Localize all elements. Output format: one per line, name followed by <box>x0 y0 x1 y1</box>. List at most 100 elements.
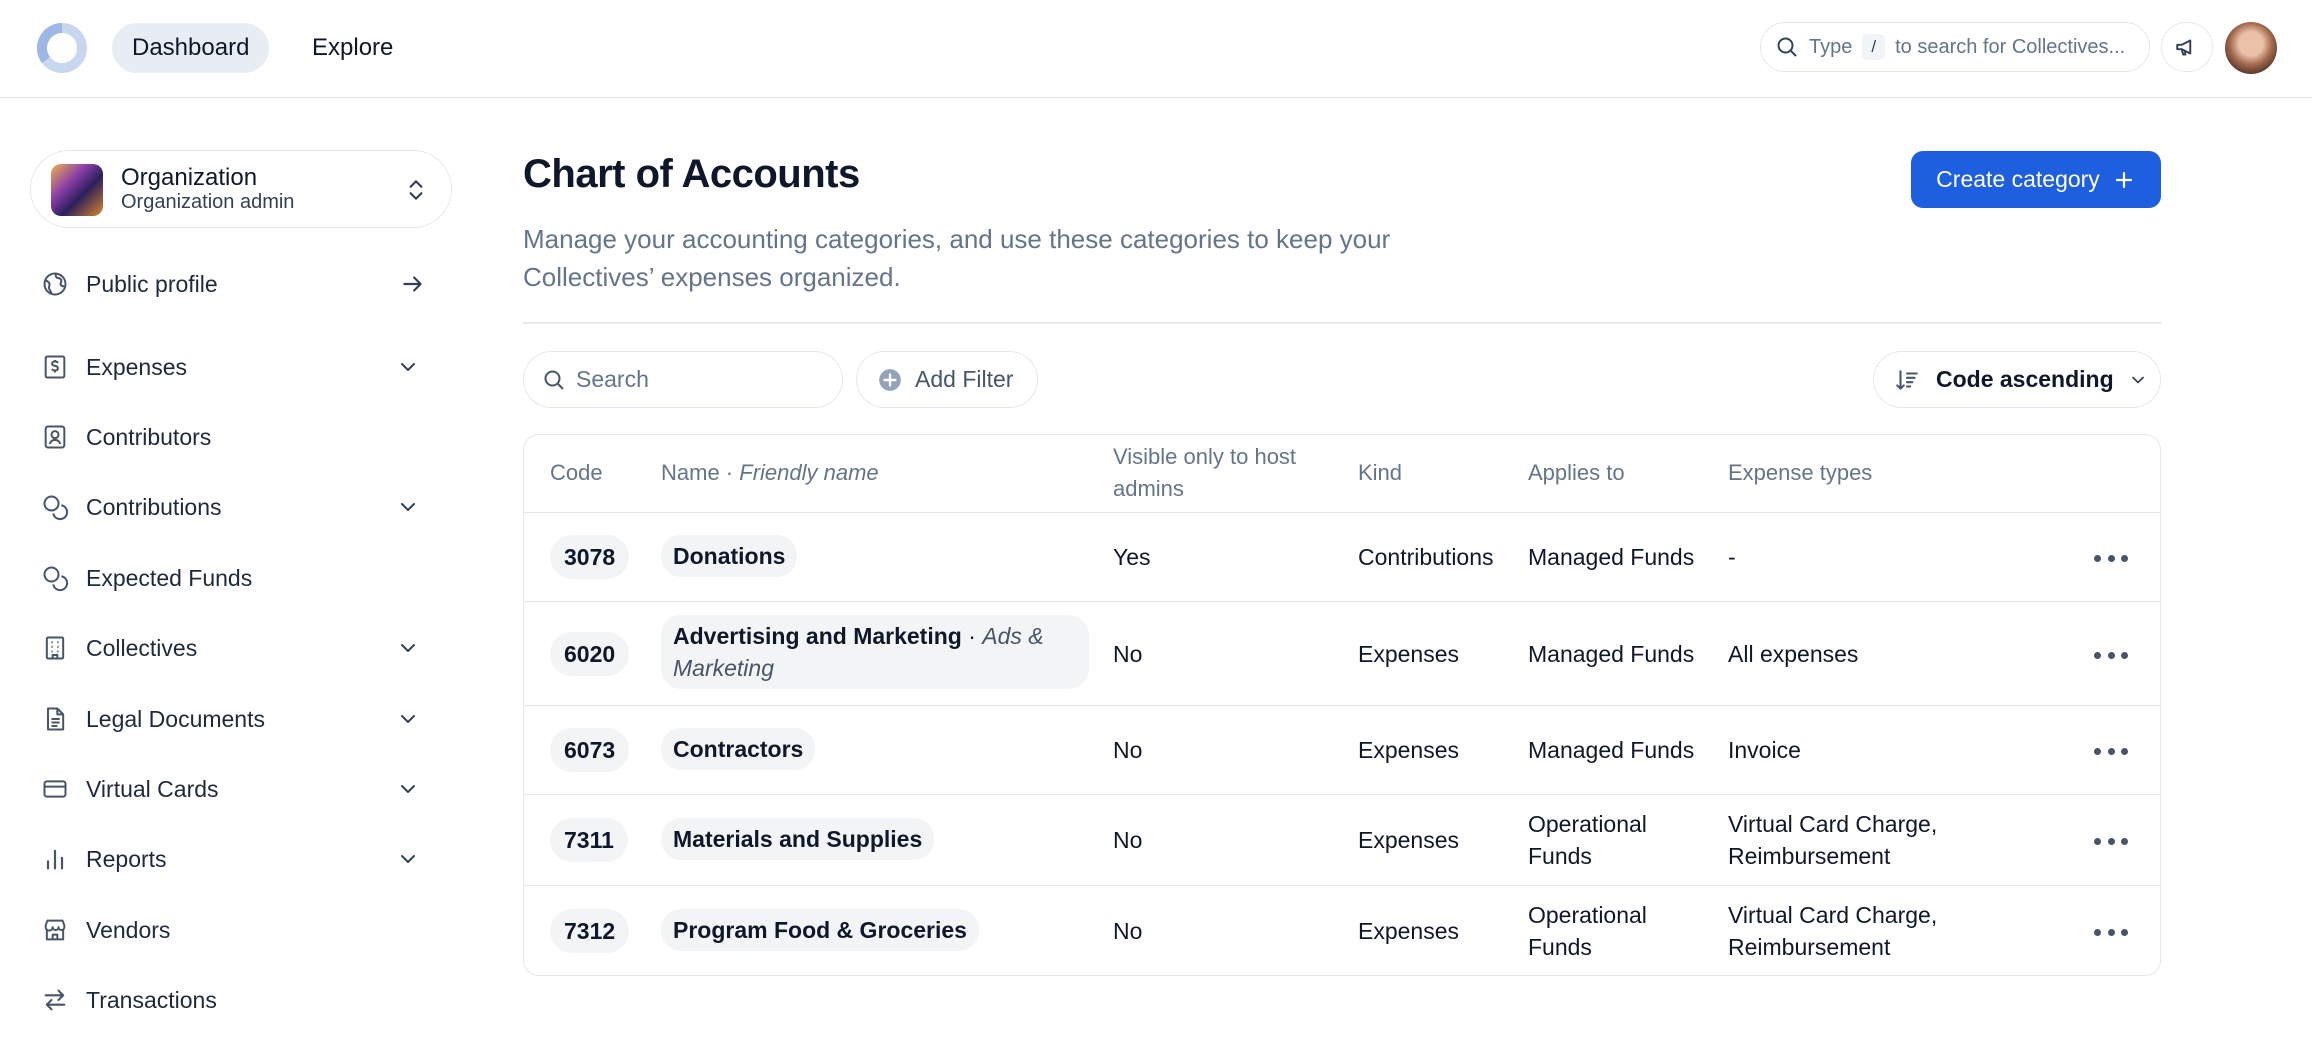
nav-explore[interactable]: Explore <box>292 23 413 73</box>
org-avatar <box>51 164 103 216</box>
header-expense-types[interactable]: Expense types <box>1728 457 1872 489</box>
add-filter-button[interactable]: Add Filter <box>856 351 1038 408</box>
sidebar-item-label: Contributors <box>86 423 212 450</box>
search-suffix: to search for Collectives... <box>1895 35 2126 58</box>
row-kind: Expenses <box>1358 918 1460 944</box>
search-icon <box>1777 37 1797 57</box>
category-name: Materials and Supplies <box>673 826 923 852</box>
row-visible: No <box>1113 918 1143 944</box>
header-name[interactable]: Name · Friendly name <box>661 457 879 489</box>
contact-icon <box>40 422 70 452</box>
chevron-down-icon <box>401 715 415 723</box>
receipt-icon <box>40 352 70 382</box>
row-applies-to: Managed Funds <box>1528 641 1695 667</box>
user-avatar[interactable] <box>2225 22 2277 74</box>
create-category-button[interactable]: Create category <box>1911 151 2161 208</box>
more-options-icon[interactable] <box>2094 927 2128 937</box>
sidebar-item-public-profile[interactable]: Public profile <box>40 259 440 309</box>
sidebar-item-label: Reports <box>86 845 167 872</box>
sidebar-item-legal-documents[interactable]: Legal Documents <box>40 694 440 744</box>
megaphone-icon <box>2176 39 2192 56</box>
sidebar-item-label: Collectives <box>86 634 198 661</box>
chevron-down-icon <box>401 503 415 511</box>
row-code: 7311 <box>550 818 628 862</box>
table-row[interactable]: 6020 Advertising and Marketing · Ads & M… <box>524 602 2160 706</box>
sidebar-item-label: Expenses <box>86 353 188 380</box>
sidebar-item-label: Vendors <box>86 916 171 943</box>
row-kind: Expenses <box>1358 737 1460 763</box>
plus-circle-icon <box>879 368 901 391</box>
chevron-down-icon <box>2131 376 2144 383</box>
row-code: 6020 <box>550 632 630 676</box>
sidebar-item-label: Legal Documents <box>86 705 265 732</box>
header-visible[interactable]: Visible only to host admins <box>1113 441 1323 505</box>
header-applies-to[interactable]: Applies to <box>1528 457 1625 489</box>
page-description: Manage your accounting categories, and u… <box>523 224 1391 292</box>
table-row[interactable]: 7312 Program Food & Groceries No Expense… <box>524 886 2160 975</box>
org-switcher[interactable]: Organization Organization admin <box>30 150 452 228</box>
coins-icon <box>40 492 70 522</box>
table-row[interactable]: 6073 Contractors No Expenses Managed Fun… <box>524 706 2160 795</box>
more-options-icon[interactable] <box>2094 836 2128 846</box>
header-code[interactable]: Code <box>550 457 603 489</box>
row-code: 3078 <box>550 535 630 579</box>
row-name: Advertising and Marketing · Ads & Market… <box>661 615 1089 689</box>
add-filter-label: Add Filter <box>915 366 1014 392</box>
header-kind[interactable]: Kind <box>1358 457 1402 489</box>
sidebar-item-transactions[interactable]: Transactions <box>40 975 440 1025</box>
accounts-table: Code Name · Friendly name Visible only t… <box>523 434 2161 976</box>
chevron-down-icon <box>401 644 415 652</box>
sidebar-item-contributions[interactable]: Contributions <box>40 482 440 532</box>
chevron-down-icon <box>401 363 415 371</box>
building-icon <box>40 633 70 663</box>
row-expense-types: Invoice <box>1728 737 1801 763</box>
sidebar-item-virtual-cards[interactable]: Virtual Cards <box>40 764 440 814</box>
coins-icon <box>40 563 70 593</box>
category-name: Advertising and Marketing <box>673 623 962 649</box>
global-search[interactable]: Type / to search for Collectives... <box>1760 22 2150 72</box>
sort-ascending-icon <box>1896 369 1918 390</box>
row-kind: Contributions <box>1358 544 1494 570</box>
sort-dropdown[interactable]: Code ascending <box>1873 351 2161 408</box>
sidebar-item-expected-funds[interactable]: Expected Funds <box>40 553 440 603</box>
row-applies-to: Managed Funds <box>1528 544 1695 570</box>
logo-icon[interactable] <box>34 20 90 76</box>
row-name: Donations <box>661 535 798 577</box>
top-bar: Dashboard Explore Type / to search for C… <box>0 0 2312 98</box>
category-name: Donations <box>673 543 786 569</box>
more-options-icon[interactable] <box>2094 650 2128 660</box>
row-visible: No <box>1113 737 1143 763</box>
announcements-button[interactable] <box>2161 22 2213 72</box>
plus-icon <box>2115 171 2132 188</box>
row-name: Program Food & Groceries <box>661 909 979 951</box>
row-name: Materials and Supplies <box>661 818 935 860</box>
chevron-up-down-icon <box>409 180 423 200</box>
category-name: Contractors <box>673 736 804 762</box>
sidebar-item-reports[interactable]: Reports <box>40 834 440 884</box>
sidebar-item-label: Public profile <box>86 270 218 297</box>
nav-dashboard[interactable]: Dashboard <box>112 23 270 73</box>
card-icon <box>40 774 70 804</box>
search-icon <box>544 370 564 390</box>
bar-chart-icon <box>40 844 70 874</box>
sidebar-item-expenses[interactable]: Expenses <box>40 342 440 392</box>
more-options-icon[interactable] <box>2094 553 2128 563</box>
table-row[interactable]: 7311 Materials and Supplies No Expenses … <box>524 795 2160 886</box>
row-kind: Expenses <box>1358 641 1460 667</box>
chevron-down-icon <box>401 785 415 793</box>
org-name: Organization <box>121 164 258 191</box>
sidebar-item-label: Transactions <box>86 986 217 1013</box>
header-divider <box>523 322 2161 324</box>
globe-icon <box>40 269 70 299</box>
sidebar-item-collectives[interactable]: Collectives <box>40 623 440 673</box>
search-input[interactable]: Search <box>523 351 843 408</box>
sidebar-item-vendors[interactable]: Vendors <box>40 905 440 955</box>
row-visible: No <box>1113 641 1143 667</box>
org-role: Organization admin <box>121 191 295 213</box>
row-name: Contractors <box>661 728 816 770</box>
table-row[interactable]: 3078 Donations Yes Contributions Managed… <box>524 513 2160 602</box>
row-expense-types: Virtual Card Charge, Reimbursement <box>1728 902 1938 960</box>
more-options-icon[interactable] <box>2094 746 2128 756</box>
row-expense-types: - <box>1728 544 1736 570</box>
sidebar-item-contributors[interactable]: Contributors <box>40 412 440 462</box>
